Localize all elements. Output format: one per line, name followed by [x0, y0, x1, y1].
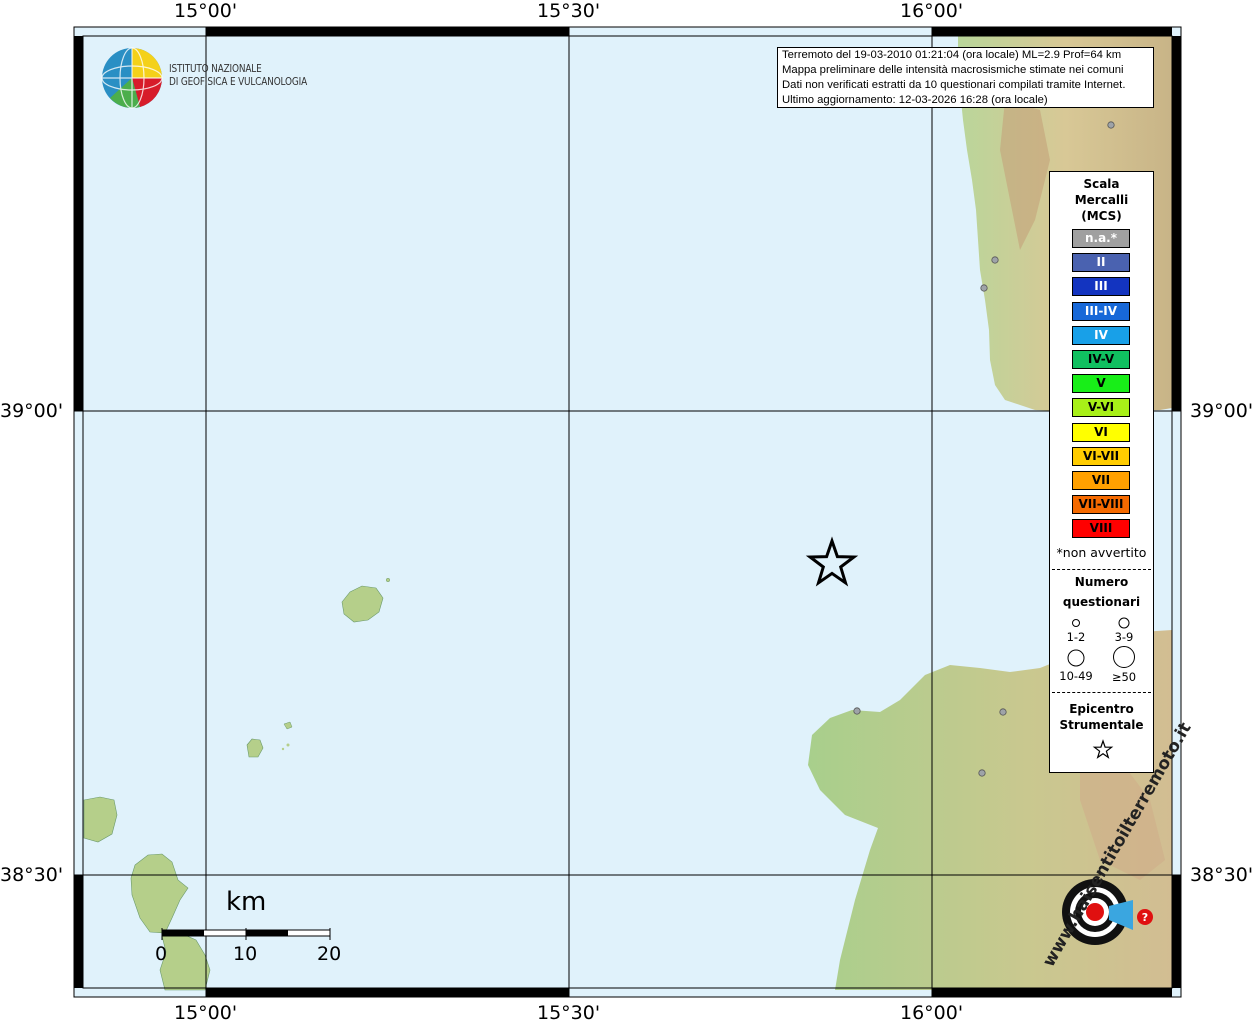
mcs-swatch-5: IV-V: [1072, 350, 1130, 369]
mcs-swatch-2: III: [1072, 277, 1130, 297]
lon-label-bottom-1: 15°00': [174, 1002, 238, 1024]
legend-separator-1: [1052, 569, 1151, 570]
circle-label-3-9: 3-9: [1114, 630, 1134, 644]
mcs-legend: Scala Mercalli (MCS) n.a.* II III III-IV IV I…: [1049, 171, 1154, 773]
lon-label-top-1: 15°00': [174, 0, 238, 22]
epicenter-title-line1: Epicentro: [1069, 702, 1134, 716]
questionnaires-title-line1: Numero: [1074, 575, 1129, 589]
lon-label-top-2: 15°30': [537, 0, 601, 22]
legend-title-line2: Mercalli: [1074, 193, 1129, 207]
event-info-line4: Ultimo aggiornamento: 12-03-2026 16:28 (…: [782, 94, 1048, 106]
questionnaires-title-line2: questionari: [1062, 595, 1141, 609]
mcs-swatch-1: II: [1072, 253, 1130, 273]
island-strombolicchio: [385, 577, 391, 583]
event-info-line1: Terremoto del 19-03-2010 01:21:04 (ora l…: [782, 49, 1122, 61]
lat-label-right-1: 39°00': [1190, 400, 1254, 422]
mcs-swatch-7: V-VI: [1072, 398, 1130, 418]
legend-title: Scala Mercalli (MCS): [1050, 176, 1153, 224]
svg-text:?: ?: [1142, 911, 1148, 924]
islet-1: [286, 743, 290, 747]
event-info-line3: Dati non verificati estratti da 10 quest…: [782, 79, 1126, 91]
circle-label-50plus: ≥50: [1111, 670, 1137, 684]
legend-title-line3: (MCS): [1081, 209, 1122, 223]
mcs-swatch-8: VI: [1072, 422, 1130, 442]
event-info-box: Terremoto del 19-03-2010 01:21:04 (ora l…: [777, 47, 1154, 108]
event-info-line2: Mappa preliminare delle intensità macros…: [782, 64, 1124, 76]
lon-label-bottom-2: 15°30': [537, 1002, 601, 1024]
circle-label-10-49: 10-49: [1059, 669, 1093, 683]
ingv-name-line2: DI GEOFISICA E VULCANOLOGIA: [169, 76, 308, 88]
ingv-name: ISTITUTO NAZIONALE DI GEOFISICA E VULCAN…: [169, 63, 307, 89]
mcs-swatch-0: n.a.*: [1072, 229, 1130, 248]
ingv-name-line1: ISTITUTO NAZIONALE: [169, 63, 262, 75]
mcs-swatch-6: V: [1072, 374, 1130, 394]
circle-label-1-2: 1-2: [1066, 630, 1086, 644]
lat-label-right-2: 38°30': [1190, 864, 1254, 886]
lat-label-left-2: 38°30': [0, 864, 64, 886]
ingv-globe-icon: [101, 47, 163, 109]
mcs-swatch-11: VII-VIII: [1072, 495, 1130, 515]
not-felt-note: *non avvertito: [1056, 545, 1147, 560]
lat-label-left-1: 39°00': [0, 400, 64, 422]
legend-title-line1: Scala: [1083, 177, 1120, 191]
mcs-swatch-12: VIII: [1072, 519, 1130, 539]
epicenter-title-line2: Strumentale: [1059, 718, 1144, 732]
scale-tick-10: 10: [233, 943, 258, 965]
legend-separator-2: [1052, 692, 1151, 693]
mcs-swatch-10: VII: [1072, 471, 1130, 490]
islet-2: [281, 747, 285, 751]
mcs-swatch-3: III-IV: [1072, 301, 1130, 321]
mcs-swatch-9: VI-VII: [1072, 446, 1130, 466]
scale-unit: km: [226, 887, 267, 917]
scale-tick-20: 20: [317, 943, 342, 965]
mcs-swatch-4: IV: [1072, 325, 1130, 345]
lon-label-top-3: 16°00': [900, 0, 964, 22]
lon-label-bottom-3: 16°00': [900, 1002, 964, 1024]
epicenter-legend-star-icon: [1092, 739, 1114, 759]
scale-tick-0: 0: [155, 943, 168, 965]
